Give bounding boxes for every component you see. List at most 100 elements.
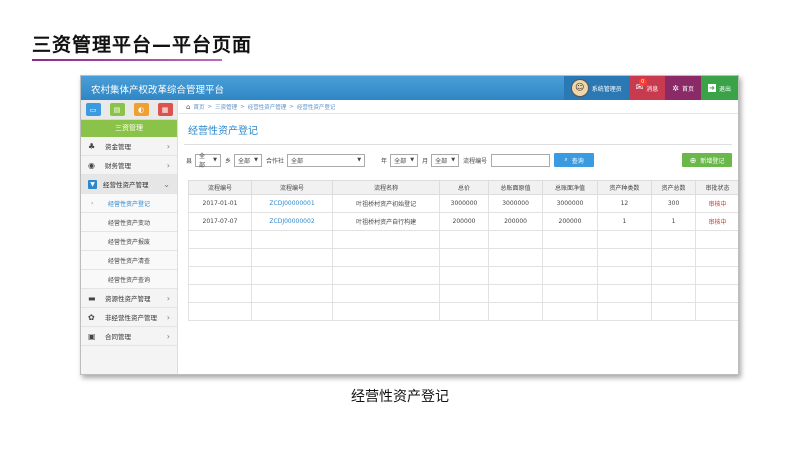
column-header: 总账面净值: [542, 180, 598, 195]
breadcrumb-operating-assets[interactable]: 经营性资产管理: [248, 103, 287, 111]
exit-label: 退出: [718, 85, 731, 93]
subitem-asset-registration[interactable]: 经营性资产登记: [81, 194, 177, 213]
message-count-badge: 0: [638, 78, 647, 86]
title-underline: [32, 59, 222, 61]
asset-icon: ▼: [88, 179, 97, 189]
add-registration-button[interactable]: ⊕ 新增登记: [682, 153, 732, 167]
breadcrumb-three-assets[interactable]: 三资管理: [215, 103, 237, 111]
coop-label: 合作社: [266, 157, 285, 165]
column-header: 流程名称: [332, 180, 441, 195]
search-icon: ⌕: [564, 156, 568, 163]
sidebar-item-label: 财务管理: [105, 162, 131, 170]
sidebar-item-finance[interactable]: ◉ 财务管理 ›: [81, 156, 177, 175]
table-row-empty: [188, 248, 738, 267]
month-label: 月: [422, 157, 429, 165]
slide-caption: 经营性资产登记: [351, 389, 449, 405]
table-row[interactable]: 2017-07-07 ZCDJ00000002 叶祖桥村资产自行构建 20000…: [188, 212, 738, 231]
sidebar-item-label: 资源性资产管理: [105, 295, 151, 303]
column-header: 流程编号: [188, 180, 252, 195]
breadcrumb-sep: >: [240, 103, 245, 110]
table-cell: 2017-01-01: [188, 194, 252, 213]
sidebar-item-funds[interactable]: ♣ 资金管理 ›: [81, 137, 177, 156]
month-select-value: 全部: [435, 157, 448, 165]
sidebar-item-operating-assets[interactable]: ▼ 经营性资产管理 ⌄: [81, 175, 177, 194]
sidebar-item-label: 经营性资产管理: [103, 181, 149, 189]
query-button-label: 查询: [571, 157, 584, 165]
table-cell: 3000000: [542, 194, 598, 213]
table-cell: 2017-07-07: [188, 212, 252, 231]
asset-table: 流程编号 流程编号 流程名称 总价 总账面原值 总账面净值 资产种类数 资产总数…: [188, 180, 738, 321]
year-label: 年: [381, 157, 388, 165]
year-select[interactable]: 全部 ▼: [390, 153, 419, 167]
column-header: 资产总数: [651, 180, 696, 195]
flow-number-link[interactable]: ZCDJ00000001: [250, 194, 334, 213]
home-icon[interactable]: ⌂: [186, 103, 190, 111]
column-header: 资产种类数: [596, 180, 653, 195]
monitor-icon[interactable]: ▭: [85, 103, 101, 116]
town-label: 乡: [225, 157, 232, 165]
sidebar-item-nonoperating-assets[interactable]: ✿ 非经营性资产管理 ›: [81, 308, 177, 327]
sidebar-item-contracts[interactable]: ▣ 合同管理 ›: [81, 327, 177, 346]
user-name: 系统管理员: [591, 85, 622, 93]
table-cell: 200000: [487, 212, 544, 231]
plus-circle-icon: ⊕: [689, 155, 697, 165]
coop-select-value: 全部: [291, 157, 304, 165]
app-title: 农村集体产权改革综合管理平台: [91, 85, 225, 96]
flow-number-input[interactable]: [491, 153, 551, 167]
finance-icon: ◉: [88, 160, 95, 170]
sidebar-shortcuts: ▭ ▤ ◐ ▦: [81, 100, 177, 120]
sidebar-header[interactable]: 三资管理: [81, 120, 177, 137]
coop-select[interactable]: 全部 ▼: [287, 153, 366, 167]
topbar-actions: ☺ 系统管理员 ✉ 0 消息 ✲ 首页 ➜ 退出: [563, 76, 738, 100]
top-bar: 农村集体产权改革综合管理平台 ☺ 系统管理员 ✉ 0 消息 ✲ 首页 ➜ 退出: [81, 76, 738, 100]
page-title: 经营性资产登记: [188, 126, 258, 137]
caret-down-icon: ▼: [410, 157, 415, 163]
chevron-right-icon: ›: [166, 331, 170, 341]
sidebar-item-label: 合同管理: [105, 333, 131, 341]
month-select[interactable]: 全部 ▼: [431, 153, 460, 167]
query-button[interactable]: ⌕ 查询: [554, 153, 595, 167]
year-select-value: 全部: [394, 157, 407, 165]
people-icon[interactable]: ◐: [133, 103, 149, 116]
flow-number-label: 流程编号: [463, 157, 488, 165]
table-row[interactable]: 2017-01-01 ZCDJ00000001 叶祖桥村资产初始登记 30000…: [188, 194, 738, 213]
table-cell: 叶祖桥村资产初始登记: [332, 194, 441, 213]
table-row-empty: [188, 284, 738, 303]
caret-down-icon: ▼: [357, 157, 362, 163]
subitem-asset-change[interactable]: 经营性资产变动: [81, 213, 177, 232]
county-label: 县: [186, 157, 193, 165]
chevron-right-icon: ›: [166, 293, 170, 303]
table-cell: 3000000: [487, 194, 544, 213]
app-screenshot: 农村集体产权改革综合管理平台 ☺ 系统管理员 ✉ 0 消息 ✲ 首页 ➜ 退出 …: [80, 75, 739, 375]
town-select[interactable]: 全部 ▼: [234, 153, 263, 167]
subitem-asset-inventory[interactable]: 经营性资产清查: [81, 251, 177, 270]
table-cell: 叶祖桥村资产自行构建: [332, 212, 441, 231]
exit-button[interactable]: ➜ 退出: [700, 76, 738, 100]
table-row-empty: [188, 230, 738, 249]
breadcrumb-home[interactable]: 首页: [193, 103, 204, 111]
subitem-asset-scrap[interactable]: 经营性资产报废: [81, 232, 177, 251]
table-cell: 200000: [542, 212, 598, 231]
chevron-down-icon: ⌄: [163, 179, 170, 189]
status-badge: 审核中: [695, 194, 738, 213]
county-select[interactable]: 全部 ▼: [195, 153, 222, 169]
caret-down-icon: ▼: [213, 157, 218, 163]
caret-down-icon: ▼: [254, 157, 259, 163]
column-header: 总账面原值: [487, 180, 544, 195]
table-cell: 3000000: [439, 194, 489, 213]
sidebar-item-resource-assets[interactable]: ▬ 资源性资产管理 ›: [81, 289, 177, 308]
messages-button[interactable]: ✉ 0 消息: [628, 76, 666, 100]
subitem-asset-query[interactable]: 经营性资产查询: [81, 270, 177, 289]
user-menu[interactable]: ☺ 系统管理员: [563, 76, 629, 100]
exit-icon: ➜: [707, 84, 716, 92]
main-content: ⌂ 首页 > 三资管理 > 经营性资产管理 > 经营性资产登记 经营性资产登记 …: [178, 100, 738, 374]
flow-number-link[interactable]: ZCDJ00000002: [250, 212, 334, 231]
nonop-icon: ✿: [88, 312, 95, 322]
home-button[interactable]: ✲ 首页: [665, 76, 701, 100]
chevron-right-icon: ›: [166, 312, 170, 322]
breadcrumb-current: 经营性资产登记: [296, 104, 336, 111]
table-header-row: 流程编号 流程编号 流程名称 总价 总账面原值 总账面净值 资产种类数 资产总数…: [188, 180, 738, 195]
filter-bar: 县 全部 ▼ 乡 全部 ▼ 合作社 全部 ▼ 年 全部 ▼ 月 全部 ▼ 流程编号 ⌕ 查…: [186, 153, 732, 169]
chart-icon[interactable]: ▤: [109, 103, 125, 116]
document-icon[interactable]: ▦: [157, 103, 173, 116]
